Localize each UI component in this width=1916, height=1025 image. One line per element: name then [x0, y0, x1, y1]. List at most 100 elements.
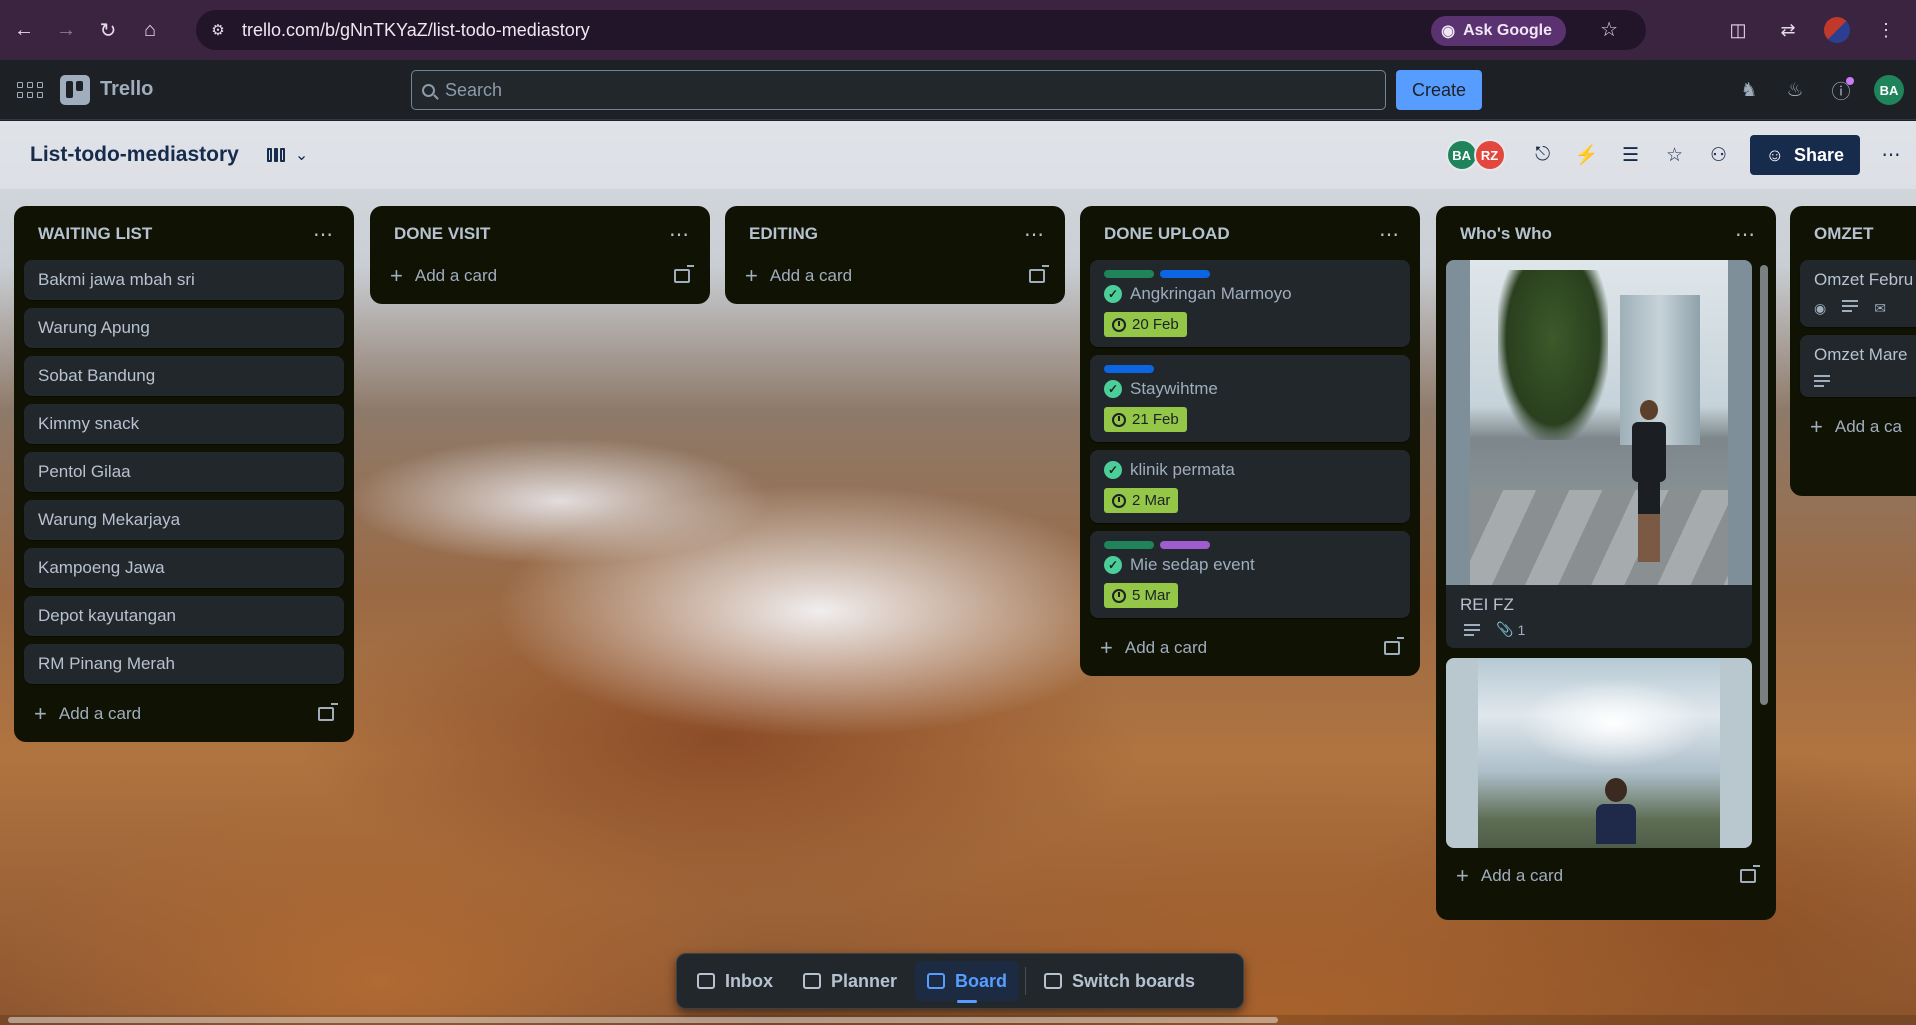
board-header: List-todo-mediastory ⌄ BA RZ ⎋ ⚡ ☰ ☆ ⚇ ☺…	[0, 121, 1916, 189]
forward-icon[interactable]: →	[48, 12, 84, 48]
url-text[interactable]: trello.com/b/gNnTKYaZ/list-todo-mediasto…	[242, 20, 590, 41]
bookmark-star-icon[interactable]: ☆	[1600, 17, 1618, 42]
chevron-down-icon: ⌄	[294, 147, 309, 164]
planner-button[interactable]: Planner	[791, 961, 909, 1001]
card-template-icon[interactable]	[1029, 265, 1049, 283]
filter-icon[interactable]: ☰	[1618, 142, 1644, 168]
translate-icon[interactable]: ⇄	[1774, 16, 1802, 44]
browser-toolbar: ← → ↻ ⌂ ⚙ trello.com/b/gNnTKYaZ/list-tod…	[0, 0, 1916, 60]
card-cover-image	[1446, 260, 1752, 585]
due-date-badge[interactable]: 20 Feb	[1104, 312, 1187, 337]
list-item[interactable]: Bakmi jawa mbah sri	[24, 260, 344, 300]
list-title[interactable]: DONE UPLOAD	[1104, 224, 1230, 244]
visibility-icon[interactable]: ⚇	[1706, 142, 1732, 168]
card-label	[1104, 541, 1154, 549]
list-menu-icon[interactable]: ⋯	[1024, 222, 1045, 247]
app-switcher-icon[interactable]	[14, 74, 46, 106]
add-card-button[interactable]: + Add a card	[1100, 635, 1207, 661]
list-menu-icon[interactable]: ⋯	[1735, 222, 1756, 247]
list-menu-icon[interactable]: ⋯	[313, 222, 334, 247]
browser-profile-avatar[interactable]	[1824, 17, 1850, 43]
card-title: Staywihtme	[1130, 379, 1218, 398]
complete-check-icon[interactable]: ✓	[1104, 285, 1122, 303]
search-input[interactable]: Search	[411, 70, 1386, 110]
plus-icon: +	[34, 701, 47, 726]
board-members[interactable]: BA RZ	[1445, 139, 1506, 171]
list-item[interactable]: Warung Apung	[24, 308, 344, 348]
switch-boards-button[interactable]: Switch boards	[1032, 961, 1207, 1001]
help-icon[interactable]: ⓘ	[1828, 77, 1854, 103]
list-whos-who: Who's Who ⋯ REI FZ 📎 1 + Add a card	[1436, 206, 1776, 920]
bell-icon[interactable]: ♨	[1782, 77, 1808, 103]
due-date-badge[interactable]: 2 Mar	[1104, 488, 1179, 513]
list-item[interactable]: Depot kayutangan	[24, 596, 344, 636]
board-horizontal-scrollbar[interactable]	[0, 1015, 1916, 1025]
add-card-button[interactable]: + Add a card	[390, 263, 497, 289]
list-item[interactable]	[1446, 658, 1752, 848]
list-title[interactable]: DONE VISIT	[394, 224, 490, 244]
list-title[interactable]: WAITING LIST	[38, 224, 152, 244]
list-item[interactable]: Warung Mekarjaya	[24, 500, 344, 540]
trello-logo-icon	[60, 74, 90, 105]
inbox-button[interactable]: Inbox	[685, 961, 785, 1001]
card-template-icon[interactable]	[1384, 637, 1404, 655]
list-menu-icon[interactable]: ⋯	[1379, 222, 1400, 247]
list-title[interactable]: OMZET	[1814, 224, 1874, 244]
complete-check-icon[interactable]: ✓	[1104, 556, 1122, 574]
add-card-button[interactable]: + Add a card	[1456, 863, 1563, 889]
list-item[interactable]: RM Pinang Merah	[24, 644, 344, 684]
due-date-badge[interactable]: 21 Feb	[1104, 407, 1187, 432]
member-avatar[interactable]: BA	[1445, 139, 1478, 171]
list-item[interactable]: Omzet Mare	[1800, 335, 1916, 397]
list-item[interactable]: REI FZ 📎 1	[1446, 260, 1752, 648]
board-button[interactable]: Board	[915, 961, 1020, 1003]
complete-check-icon[interactable]: ✓	[1104, 461, 1122, 479]
reload-icon[interactable]: ↻	[90, 12, 126, 48]
share-button[interactable]: ☺ Share	[1749, 135, 1860, 175]
extensions-icon[interactable]: ◫	[1724, 16, 1752, 44]
list-item[interactable]: ✓ Angkringan Marmoyo 20 Feb	[1090, 260, 1410, 347]
megaphone-icon[interactable]: ♞	[1736, 77, 1762, 103]
card-template-icon[interactable]	[318, 703, 338, 721]
member-avatar[interactable]: RZ	[1473, 139, 1506, 171]
search-placeholder: Search	[445, 79, 503, 100]
board-view-switcher[interactable]: ⌄	[266, 145, 309, 165]
automation-icon[interactable]: ⚡	[1574, 142, 1600, 168]
plus-icon: +	[1810, 414, 1823, 439]
trello-logo[interactable]: Trello	[60, 74, 153, 105]
list-item[interactable]: Omzet Febru ◉ ✉	[1800, 260, 1916, 327]
board-menu-icon[interactable]: ⋯	[1878, 142, 1904, 168]
star-icon[interactable]: ☆	[1662, 142, 1688, 168]
list-item[interactable]: ✓ Staywihtme 21 Feb	[1090, 355, 1410, 442]
board-title[interactable]: List-todo-mediastory	[30, 143, 239, 167]
complete-check-icon[interactable]: ✓	[1104, 380, 1122, 398]
card-template-icon[interactable]	[1740, 865, 1760, 883]
back-icon[interactable]: ←	[6, 12, 42, 48]
address-bar[interactable]: ⚙ trello.com/b/gNnTKYaZ/list-todo-medias…	[196, 10, 1646, 50]
list-item[interactable]: Sobat Bandung	[24, 356, 344, 396]
list-item[interactable]: Kampoeng Jawa	[24, 548, 344, 588]
add-card-button[interactable]: + Add a card	[745, 263, 852, 289]
user-avatar[interactable]: BA	[1874, 75, 1904, 105]
board-view-icon	[266, 148, 285, 162]
list-menu-icon[interactable]: ⋯	[669, 222, 690, 247]
home-icon[interactable]: ⌂	[132, 12, 168, 48]
list-title[interactable]: Who's Who	[1460, 224, 1552, 244]
site-settings-icon[interactable]: ⚙	[200, 12, 236, 48]
power-ups-icon[interactable]: ⎋	[1530, 142, 1556, 168]
list-item[interactable]: ✓ klinik permata 2 Mar	[1090, 450, 1410, 523]
list-item[interactable]: ✓ Mie sedap event 5 Mar	[1090, 531, 1410, 618]
list-title[interactable]: EDITING	[749, 224, 818, 244]
due-date-badge[interactable]: 5 Mar	[1104, 583, 1179, 608]
list-item[interactable]: Kimmy snack	[24, 404, 344, 444]
add-card-button[interactable]: + Add a card	[34, 701, 141, 727]
list-item[interactable]: Pentol Gilaa	[24, 452, 344, 492]
ask-google-button[interactable]: ◉ Ask Google	[1431, 16, 1566, 46]
add-card-button[interactable]: + Add a ca	[1810, 414, 1902, 440]
list-scrollbar[interactable]	[1760, 265, 1768, 705]
browser-menu-icon[interactable]: ⋮	[1872, 16, 1900, 44]
create-button[interactable]: Create	[1396, 70, 1482, 110]
card-template-icon[interactable]	[674, 265, 694, 283]
plus-icon: +	[745, 263, 758, 288]
list-editing: EDITING ⋯ + Add a card	[725, 206, 1065, 304]
